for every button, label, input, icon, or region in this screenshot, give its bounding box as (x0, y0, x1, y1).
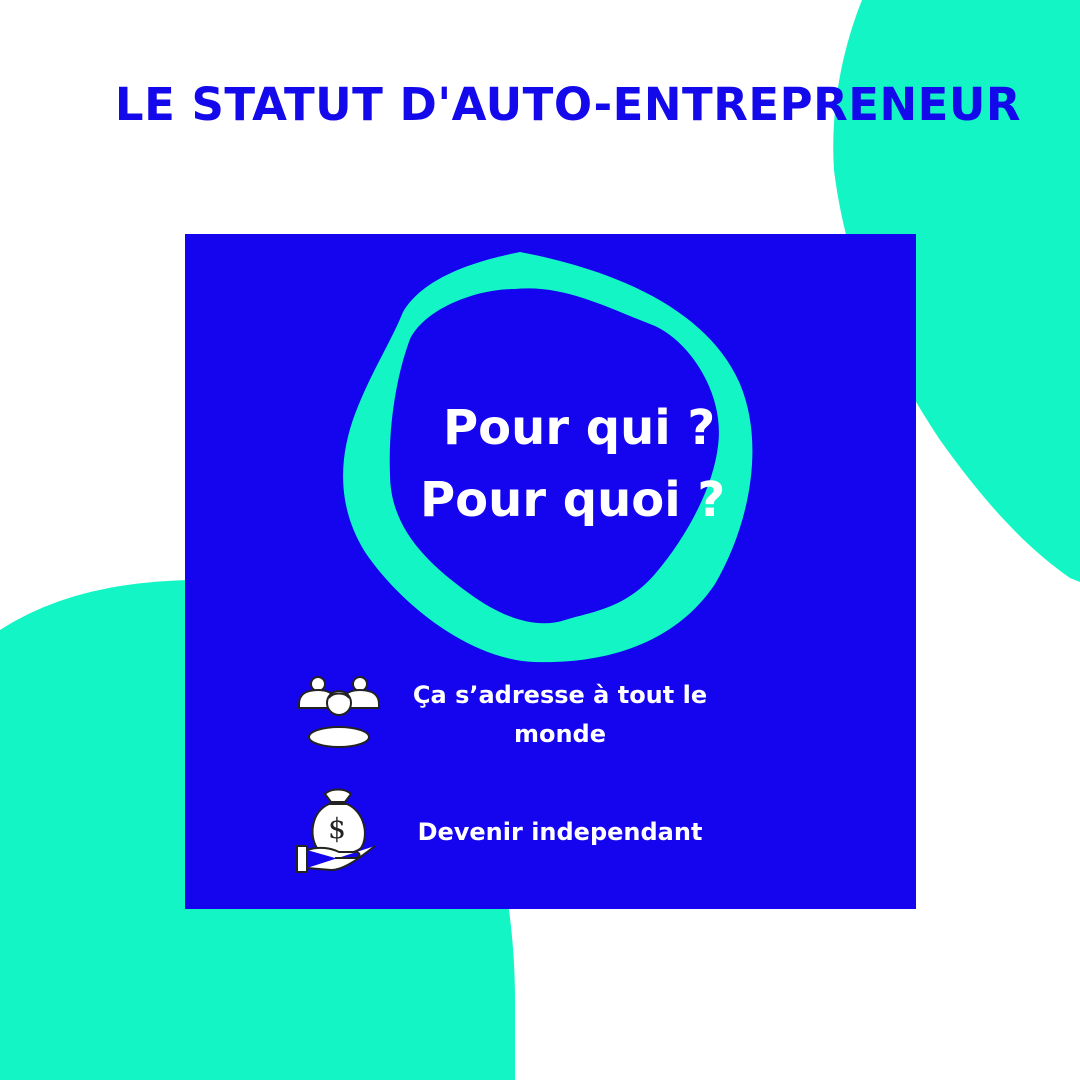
info-card: Pour qui ? Pour quoi ? Ça s’adresse à to… (185, 234, 916, 909)
svg-text:$: $ (328, 812, 346, 845)
question-who: Pour qui ? (443, 400, 716, 456)
page-title: LE STATUT D'AUTO-ENTREPRENEUR (114, 78, 1022, 131)
feature-independent-text: Devenir independant (417, 818, 703, 846)
money-bag-hand-icon: $ (296, 788, 376, 873)
question-why: Pour quoi ? (420, 472, 726, 528)
group-people-icon (298, 676, 380, 748)
feature-everyone-text: Ça s’adresse à tout le monde (412, 681, 708, 748)
